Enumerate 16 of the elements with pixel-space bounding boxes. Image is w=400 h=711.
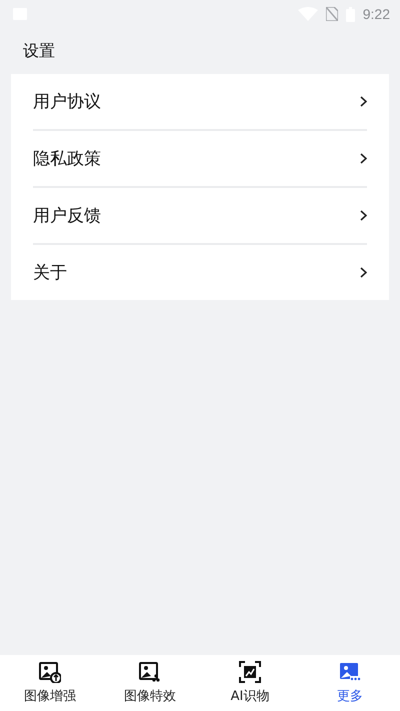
page-title: 设置 bbox=[22, 40, 56, 62]
tab[interactable]: 图像增强 bbox=[0, 655, 100, 711]
tab[interactable]: AI识物 bbox=[200, 655, 300, 711]
menu-item[interactable]: 用户反馈 bbox=[33, 188, 367, 245]
chevron-icon bbox=[360, 153, 367, 164]
chevron-icon bbox=[360, 267, 367, 278]
no-sim-icon bbox=[326, 7, 338, 21]
menu-item[interactable]: 用户协议 bbox=[33, 74, 367, 131]
scan-frame-icon bbox=[239, 661, 261, 683]
menu-item[interactable]: 关于 bbox=[33, 245, 367, 300]
tab[interactable]: 更多 bbox=[300, 655, 400, 711]
chevron-icon bbox=[360, 96, 367, 107]
chevron-icon bbox=[360, 210, 367, 221]
menu-item[interactable]: 隐私政策 bbox=[33, 131, 367, 188]
tab[interactable]: 图像特效 bbox=[100, 655, 200, 711]
status-time: 9:22 bbox=[362, 6, 390, 22]
